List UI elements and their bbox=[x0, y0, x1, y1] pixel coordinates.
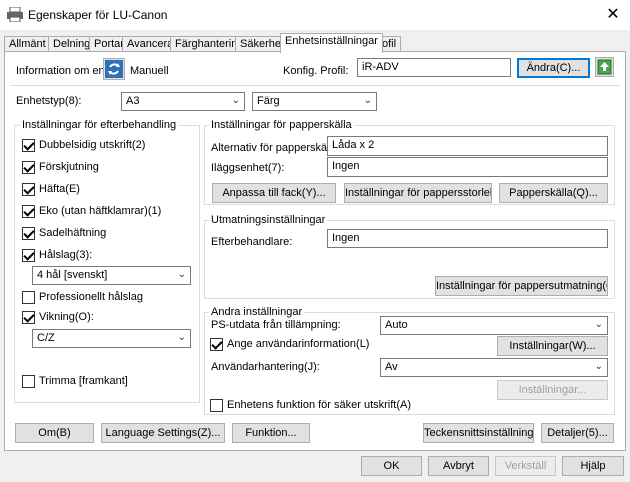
device-type-value: A3 bbox=[126, 95, 140, 107]
chevron-down-icon: ⌄ bbox=[231, 95, 240, 106]
close-icon[interactable]: ✕ bbox=[602, 4, 624, 26]
secure-print-label: Enhetens funktion för säker utskrift(A) bbox=[227, 399, 412, 411]
export-profile-button[interactable] bbox=[595, 57, 614, 77]
user-management-value: Av bbox=[385, 361, 398, 373]
punch-label: Hålslag(3): bbox=[39, 249, 93, 261]
config-profile-field[interactable]: iR-ADV bbox=[357, 58, 511, 77]
chevron-down-icon: ⌄ bbox=[177, 332, 186, 343]
function-button[interactable]: Funktion... bbox=[232, 423, 310, 443]
device-type-select[interactable]: A3 ⌄ bbox=[121, 92, 245, 111]
checkbox-checked-icon bbox=[22, 139, 35, 152]
trim-label: Trimma [framkant] bbox=[39, 375, 128, 387]
checkbox-unchecked-icon bbox=[22, 375, 35, 388]
device-type-label: Enhetstyp(8): bbox=[16, 95, 82, 107]
checkbox-checked-icon bbox=[210, 338, 223, 351]
tab-allmant[interactable]: Allmänt bbox=[4, 36, 51, 52]
paper-source-button[interactable]: Papperskälla(Q)... bbox=[499, 183, 608, 203]
checkbox-checked-icon bbox=[22, 161, 35, 174]
paper-source-options-label: Alternativ för papperskälla: bbox=[211, 142, 342, 154]
user-management-settings-button[interactable]: Inställningar... bbox=[497, 380, 608, 400]
config-profile-label: Konfig. Profil: bbox=[283, 65, 349, 77]
punch-value: 4 hål [svenskt] bbox=[37, 269, 108, 281]
user-management-select[interactable]: Av ⌄ bbox=[380, 358, 608, 377]
punch-select[interactable]: 4 hål [svenskt] ⌄ bbox=[32, 266, 191, 285]
paper-source-options-field[interactable]: Låda x 2 bbox=[327, 136, 608, 156]
apply-button[interactable]: Verkställ bbox=[495, 456, 556, 476]
cancel-button[interactable]: Avbryt bbox=[428, 456, 489, 476]
checkbox-checked-icon bbox=[22, 227, 35, 240]
paper-output-settings-button[interactable]: Inställningar för pappersutmatning(6)... bbox=[435, 276, 608, 296]
user-info-settings-button[interactable]: Inställningar(W)... bbox=[497, 336, 608, 356]
chevron-down-icon: ⌄ bbox=[594, 361, 603, 372]
device-refresh-button[interactable] bbox=[103, 58, 125, 80]
separator bbox=[10, 85, 620, 86]
chevron-down-icon: ⌄ bbox=[363, 95, 372, 106]
fold-label: Vikning(O): bbox=[39, 311, 94, 323]
checkbox-checked-icon bbox=[22, 249, 35, 262]
fold-select[interactable]: C/Z ⌄ bbox=[32, 329, 191, 348]
chevron-down-icon: ⌄ bbox=[177, 269, 186, 280]
printer-icon bbox=[7, 7, 23, 22]
change-profile-button[interactable]: Ändra(C)... bbox=[517, 58, 590, 78]
tab-enhetsinstallningar[interactable]: Enhetsinställningar bbox=[280, 33, 383, 53]
details-button[interactable]: Detaljer(5)... bbox=[541, 423, 614, 443]
checkbox-checked-icon bbox=[22, 183, 35, 196]
checkbox-unchecked-icon bbox=[210, 399, 223, 412]
checkbox-unchecked-icon bbox=[22, 291, 35, 304]
upload-icon bbox=[597, 59, 612, 75]
language-settings-button[interactable]: Language Settings(Z)... bbox=[101, 423, 225, 443]
user-management-label: Användarhantering(J): bbox=[211, 361, 320, 373]
ps-output-label: PS-utdata från tillämpning: bbox=[211, 319, 341, 331]
insert-unit-label: Iläggsenhet(7): bbox=[211, 162, 285, 174]
fold-value: C/Z bbox=[37, 332, 55, 344]
help-button[interactable]: Hjälp bbox=[562, 456, 624, 476]
ps-output-value: Auto bbox=[385, 319, 408, 331]
eco-label: Eko (utan häftklamrar)(1) bbox=[39, 205, 162, 217]
title-bar: Egenskaper för LU-Canon ✕ bbox=[0, 0, 630, 30]
about-button[interactable]: Om(B) bbox=[15, 423, 94, 443]
shift-label: Förskjutning bbox=[39, 161, 99, 173]
checkbox-checked-icon bbox=[22, 311, 35, 324]
chevron-down-icon: ⌄ bbox=[594, 319, 603, 330]
post-processor-field[interactable]: Ingen bbox=[327, 229, 608, 248]
insert-unit-field[interactable]: Ingen bbox=[327, 157, 608, 177]
window-title: Egenskaper för LU-Canon bbox=[28, 8, 168, 22]
device-mode-text: Manuell bbox=[130, 65, 169, 77]
paper-source-group-title: Inställningar för papperskälla bbox=[209, 119, 354, 131]
match-tray-button[interactable]: Anpassa till fack(Y)... bbox=[212, 183, 336, 203]
saddle-label: Sadelhäftning bbox=[39, 227, 107, 239]
ps-output-select[interactable]: Auto ⌄ bbox=[380, 316, 608, 335]
ok-button[interactable]: OK bbox=[361, 456, 422, 476]
color-mode-select[interactable]: Färg ⌄ bbox=[252, 92, 377, 111]
duplex-label: Dubbelsidig utskrift(2) bbox=[39, 139, 146, 151]
checkbox-checked-icon bbox=[22, 205, 35, 218]
refresh-icon bbox=[105, 60, 123, 78]
font-settings-button[interactable]: Teckensnittsinställningar... bbox=[423, 423, 534, 443]
paper-size-settings-button[interactable]: Inställningar för pappersstorlek (X)... bbox=[344, 183, 492, 203]
user-info-label: Ange användarinformation(L) bbox=[227, 338, 370, 350]
color-mode-value: Färg bbox=[257, 95, 280, 107]
staple-label: Häfta(E) bbox=[39, 183, 80, 195]
other-settings-group-title: Andra inställningar bbox=[209, 306, 305, 318]
pro-punch-label: Professionellt hålslag bbox=[39, 291, 143, 303]
finishing-group-title: Inställningar för efterbehandling bbox=[20, 119, 179, 131]
output-group-title: Utmatningsinställningar bbox=[209, 214, 328, 226]
post-processor-label: Efterbehandlare: bbox=[211, 236, 293, 248]
